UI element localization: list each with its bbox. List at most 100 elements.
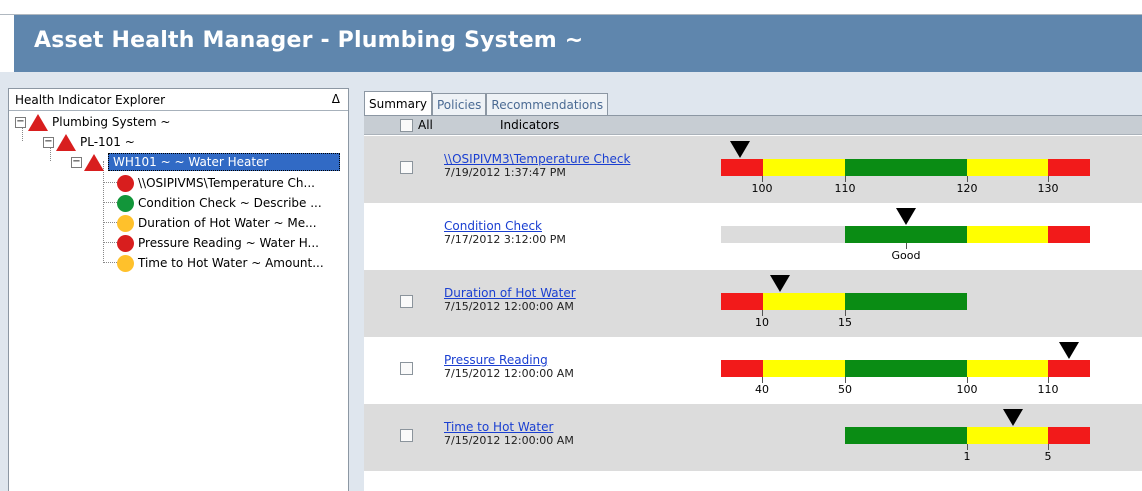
gauge-tick-label: 120 <box>956 182 978 195</box>
tree-connector <box>103 182 117 183</box>
gauge-yellow-zone <box>967 159 1048 176</box>
tree-node-label: Duration of Hot Water ~ Me... <box>138 216 317 230</box>
tree-connector <box>103 242 117 243</box>
tree-connector <box>103 222 117 223</box>
tree-node-plumbing-system[interactable]: − Plumbing System ~ <box>15 112 170 132</box>
gauge-tick-label: 100 <box>751 182 773 195</box>
tree-node-condition-check[interactable]: Condition Check ~ Describe ... <box>117 193 322 213</box>
gauge-yellow-zone <box>763 159 845 176</box>
tab-strip: Summary Policies Recommendations <box>364 91 609 115</box>
gauge-red-zone <box>1048 159 1090 176</box>
select-all-label: All <box>418 118 433 132</box>
indicator-gauge: 40 50 100 110 <box>721 337 1093 404</box>
tree-node-duration-hot-water[interactable]: Duration of Hot Water ~ Me... <box>117 213 317 233</box>
tree-node-label: Condition Check ~ Describe ... <box>138 196 322 210</box>
indicators-column-header: Indicators <box>500 118 560 132</box>
gauge-green-zone <box>845 293 967 310</box>
tree-node-pressure-reading[interactable]: Pressure Reading ~ Water H... <box>117 233 319 253</box>
gauge-tick-label: 10 <box>755 316 769 329</box>
indicator-date: 7/15/2012 12:00:00 AM <box>444 434 574 447</box>
indicator-row: \\OSIPIVM3\Temperature Check 7/19/2012 1… <box>364 136 1142 203</box>
red-dot-icon <box>117 234 134 252</box>
tree-node-label: PL-101 ~ <box>80 135 135 149</box>
indicator-link[interactable]: Condition Check <box>444 219 542 233</box>
gauge-green-zone <box>845 360 967 377</box>
gauge-marker-icon <box>1059 342 1079 359</box>
gauge-tick-label: 100 <box>956 383 978 396</box>
gauge-tick-label: 110 <box>834 182 856 195</box>
gauge-tick-label: 15 <box>838 316 852 329</box>
gauge-marker-icon <box>1003 409 1023 426</box>
top-strip <box>0 0 1142 15</box>
indicator-gauge: Good <box>721 203 1093 270</box>
indicator-gauge: 1 5 <box>721 404 1093 471</box>
row-checkbox[interactable] <box>400 429 413 442</box>
indicator-row: Condition Check 7/17/2012 3:12:00 PM Goo… <box>364 203 1142 270</box>
row-checkbox[interactable] <box>400 362 413 375</box>
indicator-date: 7/15/2012 12:00:00 AM <box>444 367 574 380</box>
green-dot-icon <box>117 194 134 212</box>
sort-icon[interactable]: Δ <box>332 92 340 106</box>
tree-node-time-to-hot-water[interactable]: Time to Hot Water ~ Amount... <box>117 253 324 273</box>
grid-header: All Indicators <box>364 116 1142 135</box>
gauge-red-zone <box>1048 427 1090 444</box>
collapse-icon[interactable]: − <box>15 116 26 128</box>
tab-recommendations[interactable]: Recommendations <box>486 93 609 115</box>
indicator-date: 7/15/2012 12:00:00 AM <box>444 300 574 313</box>
gauge-marker-icon <box>896 208 916 225</box>
tab-policies[interactable]: Policies <box>432 93 487 115</box>
gauge-grey-zone <box>967 293 1090 310</box>
gauge-tick-label: 130 <box>1037 182 1059 195</box>
indicator-link[interactable]: \\OSIPIVM3\Temperature Check <box>444 152 630 166</box>
indicator-date: 7/17/2012 3:12:00 PM <box>444 233 566 246</box>
select-all-checkbox[interactable] <box>400 119 413 132</box>
gauge-yellow-zone <box>763 293 845 310</box>
gauge-tick-label: 110 <box>1037 383 1059 396</box>
tree-node-label: WH101 ~ ~ Water Heater <box>108 153 340 171</box>
indicator-gauge: 10 15 <box>721 270 1093 337</box>
yellow-dot-icon <box>117 214 134 232</box>
explorer-title: Health Indicator Explorer <box>15 93 166 107</box>
gauge-yellow-zone <box>967 226 1048 243</box>
indicator-gauge: 100 110 120 130 <box>721 136 1093 203</box>
collapse-icon[interactable]: − <box>71 156 82 168</box>
gauge-tick-label: 5 <box>1044 450 1052 463</box>
indicator-link[interactable]: Time to Hot Water <box>444 420 553 434</box>
explorer-header: Health Indicator Explorer Δ <box>9 89 348 111</box>
red-triangle-icon <box>56 133 76 151</box>
yellow-dot-icon <box>117 254 134 272</box>
indicator-panel: Summary Policies Recommendations All Ind… <box>360 88 1142 491</box>
red-triangle-icon <box>28 113 48 131</box>
gauge-green-zone <box>845 427 967 444</box>
workspace: Health Indicator Explorer Δ − Plumbing S… <box>0 72 1142 491</box>
indicator-link[interactable]: Pressure Reading <box>444 353 548 367</box>
page-title: Asset Health Manager - Plumbing System ~ <box>14 15 1142 72</box>
gauge-marker-icon <box>770 275 790 292</box>
tree-node-label: Pressure Reading ~ Water H... <box>138 236 319 250</box>
indicator-row: Pressure Reading 7/15/2012 12:00:00 AM 4… <box>364 337 1142 404</box>
tree-node-pl-101[interactable]: − PL-101 ~ <box>43 132 135 152</box>
tree-node-label: Time to Hot Water ~ Amount... <box>138 256 324 270</box>
gauge-yellow-zone <box>967 427 1048 444</box>
row-checkbox[interactable] <box>400 161 413 174</box>
gauge-green-zone <box>845 159 967 176</box>
collapse-icon[interactable]: − <box>43 136 54 148</box>
tree-node-wh101[interactable]: − WH101 ~ ~ Water Heater <box>71 152 340 172</box>
gauge-grey-zone <box>721 427 845 444</box>
indicator-row: Time to Hot Water 7/15/2012 12:00:00 AM … <box>364 404 1142 471</box>
gauge-red-zone <box>721 159 763 176</box>
gauge-tick-label: 40 <box>755 383 769 396</box>
indicator-link[interactable]: Duration of Hot Water <box>444 286 576 300</box>
red-triangle-icon <box>84 153 104 171</box>
health-indicator-explorer: Health Indicator Explorer Δ − Plumbing S… <box>8 88 349 491</box>
tab-summary[interactable]: Summary <box>364 91 432 115</box>
gauge-yellow-zone <box>763 360 845 377</box>
gauge-tick-label: Good <box>891 249 921 262</box>
tree-node-temperature-check[interactable]: \\OSIPIVMS\Temperature Ch... <box>117 173 315 193</box>
tree-connector <box>103 262 117 263</box>
row-checkbox[interactable] <box>400 295 413 308</box>
red-dot-icon <box>117 174 134 192</box>
panel-splitter[interactable] <box>352 72 360 491</box>
gauge-grey-zone <box>721 226 845 243</box>
gauge-red-zone <box>721 293 763 310</box>
